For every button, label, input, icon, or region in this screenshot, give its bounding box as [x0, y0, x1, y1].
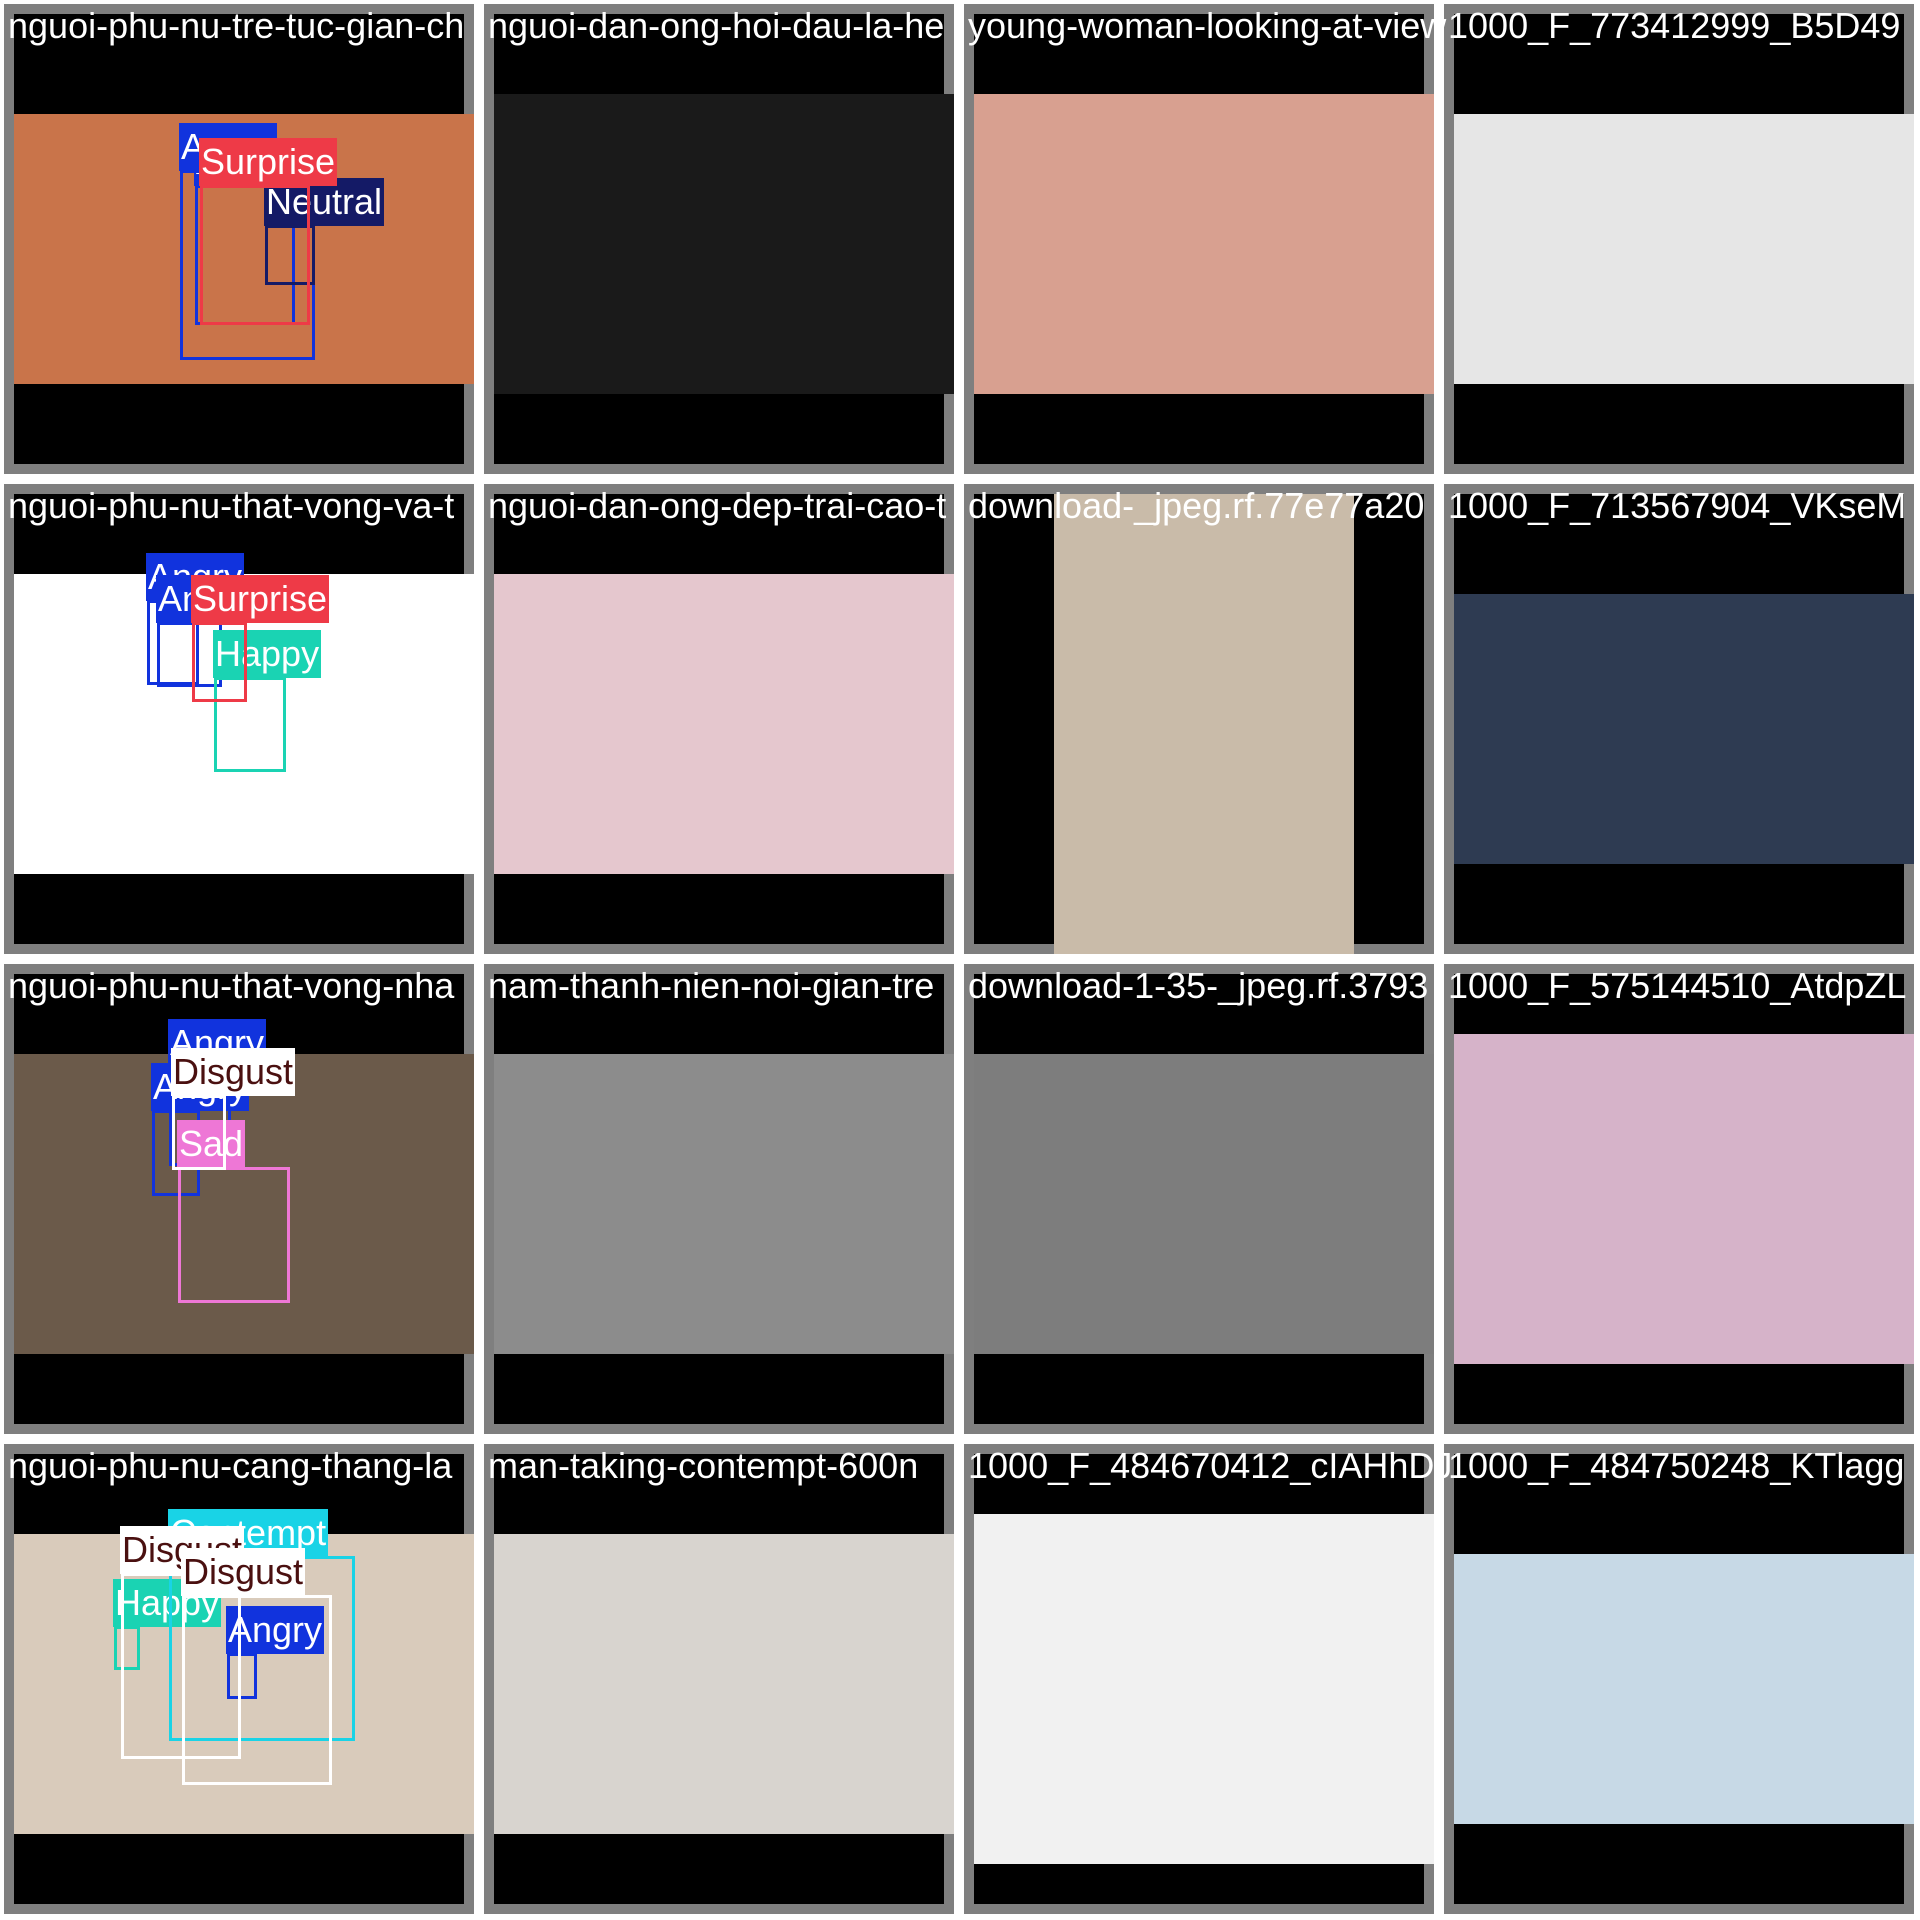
image-thumbnail: [1454, 1554, 1914, 1824]
image-filename: download-_jpeg.rf.77e77a20: [968, 485, 1425, 526]
detection-box: [192, 622, 247, 702]
image-tile: 1000_F_713567904_VKseM Surprise: [191, 484, 1914, 954]
image-filename: nguoi-dan-ong-dep-trai-cao-t: [488, 485, 947, 526]
image-tile: young-woman-looking-at-view Neutral: [264, 4, 1446, 474]
image-grid: nguoi-phu-nu-tre-tuc-gian-chAngrynguoi-d…: [0, 0, 1920, 1920]
image-filename: nguoi-phu-nu-that-vong-va-t: [8, 485, 455, 526]
image-tile: 1000_F_575144510_AtdpZL Disgust: [171, 964, 1914, 1434]
image-thumbnail: [1454, 114, 1914, 384]
image-filename: 1000_F_484670412_cIAHhDJ: [968, 1445, 1453, 1486]
image-thumbnail: [1454, 594, 1914, 864]
image-thumbnail: [974, 1054, 1434, 1354]
image-tile: 1000_F_484670412_cIAHhDJ Disgust: [120, 1444, 1452, 1914]
image-filename: download-1-35-_jpeg.rf.3793: [968, 965, 1429, 1006]
detection-label: Disgust: [181, 1548, 306, 1596]
image-thumbnail: [974, 94, 1434, 394]
image-tile: 1000_F_484750248_KTlagg Disgust: [181, 1444, 1914, 1914]
image-thumbnail: [1054, 494, 1354, 954]
image-thumbnail: [494, 1054, 954, 1354]
detection-box: [178, 1167, 290, 1303]
image-filename: nguoi-phu-nu-that-vong-nha: [8, 965, 455, 1006]
image-filename: man-taking-contempt-600n: [488, 1445, 919, 1486]
image-filename: nguoi-phu-nu-cang-thang-la: [8, 1445, 453, 1486]
image-filename: 1000_F_484750248_KTlagg: [1448, 1445, 1905, 1486]
image-tile: nam-thanh-nien-noi-gian-treAngry: [151, 964, 954, 1434]
image-filename: nam-thanh-nien-noi-gian-tre: [488, 965, 935, 1006]
image-tile: download-1-35-_jpeg.rf.3793 Sad: [177, 964, 1434, 1434]
image-filename: nguoi-dan-ong-hoi-dau-la-he: [488, 5, 945, 46]
detection-label: Surprise: [199, 138, 338, 186]
detection-box: [172, 1095, 226, 1170]
detection-label: Disgust: [171, 1048, 296, 1096]
detection-box: [200, 185, 310, 325]
image-tile: nguoi-dan-ong-dep-trai-cao-tAngry: [156, 484, 954, 954]
image-thumbnail: [494, 1534, 954, 1834]
image-tile: man-taking-contempt-600n Contempt: [168, 1444, 954, 1914]
detection-box: [182, 1595, 332, 1785]
image-filename: 1000_F_575144510_AtdpZL: [1448, 965, 1907, 1006]
image-filename: 1000_F_713567904_VKseM: [1448, 485, 1907, 526]
image-thumbnail: [494, 94, 954, 394]
image-filename: 1000_F_773412999_B5D49: [1448, 5, 1901, 46]
image-tile: 1000_F_773412999_B5D49 Surprise: [199, 4, 1914, 474]
detection-label: Surprise: [191, 575, 330, 623]
image-thumbnail: [1454, 1034, 1914, 1364]
image-tile: download-_jpeg.rf.77e77a20 Happy: [213, 484, 1434, 954]
image-filename: young-woman-looking-at-view: [968, 5, 1447, 46]
image-thumbnail: [974, 1514, 1434, 1864]
image-thumbnail: [494, 574, 954, 874]
image-tile: nguoi-dan-ong-hoi-dau-la-heAngry: [179, 4, 954, 474]
image-filename: nguoi-phu-nu-tre-tuc-gian-ch: [8, 5, 465, 46]
